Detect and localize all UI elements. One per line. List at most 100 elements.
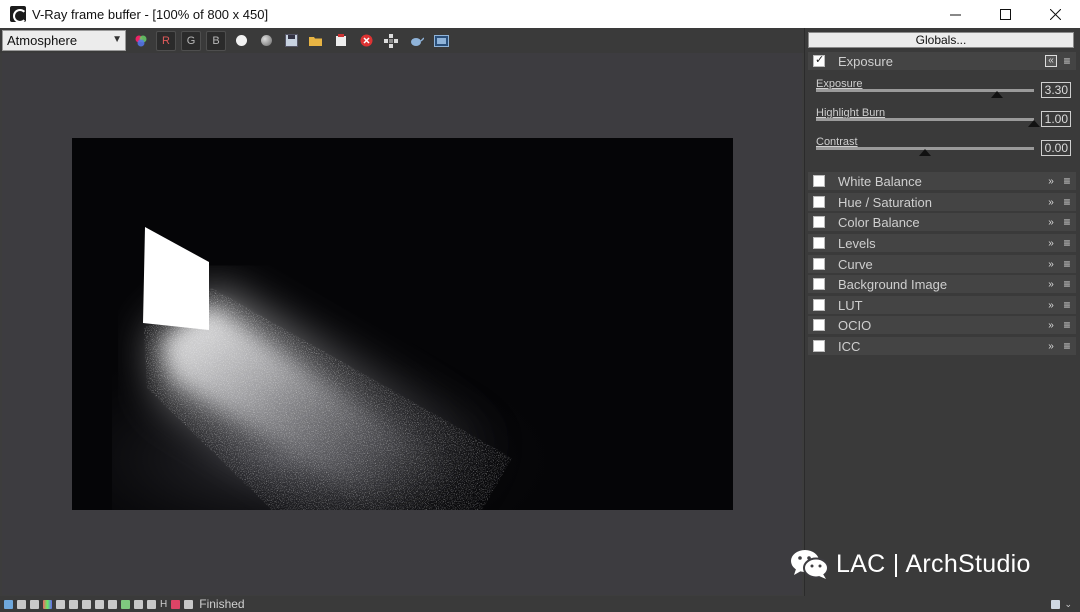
section-hue-saturation[interactable]: Hue / Saturation » ≡: [808, 193, 1076, 211]
status-bar: H Finished ⌄: [0, 596, 1080, 612]
log-icon[interactable]: [17, 599, 26, 609]
expand-icon[interactable]: »: [1045, 341, 1057, 352]
follow-mouse-icon[interactable]: [134, 599, 143, 609]
watermark: LAC | ArchStudio: [790, 548, 1031, 580]
grey-sphere-icon[interactable]: [256, 31, 276, 51]
teapot-render-icon[interactable]: [406, 31, 426, 51]
contrast-slider[interactable]: Contrast 0.00: [816, 136, 1071, 164]
color-balance-checkbox[interactable]: [813, 216, 825, 228]
horizontal-flip-button[interactable]: H: [160, 599, 167, 610]
section-curve[interactable]: Curve » ≡: [808, 255, 1076, 273]
vfb-window: V-Ray frame buffer - [100% of 800 x 450]…: [0, 0, 1080, 612]
red-channel-button[interactable]: R: [156, 30, 176, 51]
section-background-image[interactable]: Background Image » ≡: [808, 275, 1076, 293]
color-corrections-panel: Globals... Exposure « ≡ Exposure 3.30 Hi…: [804, 28, 1080, 598]
render-history-icon[interactable]: [431, 31, 451, 51]
menu-icon[interactable]: ≡: [1060, 236, 1074, 250]
expand-icon[interactable]: »: [1045, 259, 1057, 270]
menu-icon[interactable]: ≡: [1060, 257, 1074, 271]
expand-icon[interactable]: »: [1045, 238, 1057, 249]
histogram-icon[interactable]: [69, 599, 78, 609]
expand-icon[interactable]: »: [1045, 300, 1057, 311]
menu-icon[interactable]: ≡: [1060, 215, 1074, 229]
expand-down-icon[interactable]: ⌄: [1064, 599, 1072, 610]
exposure-slider[interactable]: Exposure 3.30: [816, 78, 1071, 106]
exposure-section-header[interactable]: Exposure « ≡: [808, 52, 1076, 70]
highlight-burn-value-field[interactable]: 1.00: [1041, 111, 1071, 127]
exposure-section-label: Exposure: [838, 53, 893, 69]
image-icon[interactable]: [121, 599, 130, 609]
info-icon[interactable]: [30, 599, 39, 609]
render-viewport[interactable]: [2, 53, 802, 595]
region-render-icon[interactable]: [381, 31, 401, 51]
minimize-icon[interactable]: [930, 0, 980, 28]
vertical-flip-icon[interactable]: [171, 599, 181, 609]
expand-icon[interactable]: »: [1045, 217, 1057, 228]
highlight-burn-slider-thumb[interactable]: [1028, 120, 1040, 127]
menu-icon[interactable]: ≡: [1060, 54, 1074, 68]
blue-channel-button[interactable]: B: [206, 30, 226, 51]
channel-dropdown-value: Atmosphere: [7, 33, 78, 48]
close-icon[interactable]: [1030, 0, 1080, 28]
section-label: Curve: [838, 256, 873, 272]
white-balance-checkbox[interactable]: [813, 175, 825, 187]
channel-dropdown[interactable]: Atmosphere ▼: [2, 30, 126, 51]
maximize-icon[interactable]: [980, 0, 1030, 28]
collapse-icon[interactable]: «: [1045, 55, 1057, 67]
section-label: OCIO: [838, 317, 872, 333]
clear-image-icon[interactable]: [331, 31, 351, 51]
section-label: Background Image: [838, 276, 948, 292]
background-image-checkbox[interactable]: [813, 278, 825, 290]
restore-panel-icon[interactable]: [1051, 599, 1061, 609]
history-icon[interactable]: [4, 599, 13, 609]
section-white-balance[interactable]: White Balance » ≡: [808, 172, 1076, 190]
highlight-burn-slider-track[interactable]: [816, 118, 1034, 121]
menu-icon[interactable]: ≡: [1060, 195, 1074, 209]
hue-saturation-checkbox[interactable]: [813, 196, 825, 208]
curve-checkbox[interactable]: [813, 258, 825, 270]
ocio-checkbox[interactable]: [813, 319, 825, 331]
levels-icon[interactable]: [82, 599, 91, 609]
lut-checkbox[interactable]: [813, 299, 825, 311]
section-icc[interactable]: ICC » ≡: [808, 337, 1076, 355]
exposure-slider-thumb[interactable]: [990, 91, 1003, 98]
section-levels[interactable]: Levels » ≡: [808, 234, 1076, 252]
compare-icon[interactable]: [147, 599, 156, 609]
window-title: V-Ray frame buffer - [100% of 800 x 450]: [32, 6, 269, 22]
exposure-checkbox[interactable]: [813, 53, 825, 67]
expand-icon[interactable]: »: [1045, 176, 1057, 187]
stop-render-icon[interactable]: [356, 31, 376, 51]
expand-icon[interactable]: »: [1045, 320, 1057, 331]
menu-icon[interactable]: ≡: [1060, 174, 1074, 188]
color-channels-icon[interactable]: [131, 31, 151, 51]
globals-button[interactable]: Globals...: [808, 32, 1074, 48]
section-lut[interactable]: LUT » ≡: [808, 296, 1076, 314]
menu-icon[interactable]: ≡: [1060, 339, 1074, 353]
unknown-icon[interactable]: [184, 599, 194, 609]
save-icon[interactable]: [281, 31, 301, 51]
exposure-value-field[interactable]: 3.30: [1041, 82, 1071, 98]
rendered-image[interactable]: [72, 138, 733, 510]
color-correction-icon[interactable]: [43, 599, 52, 609]
white-circle-icon[interactable]: [231, 31, 251, 51]
menu-icon[interactable]: ≡: [1060, 298, 1074, 312]
menu-icon[interactable]: ≡: [1060, 277, 1074, 291]
pixel-info-icon[interactable]: [56, 599, 65, 609]
section-color-balance[interactable]: Color Balance » ≡: [808, 213, 1076, 231]
contrast-value-field[interactable]: 0.00: [1041, 140, 1071, 156]
lens-icon[interactable]: [95, 599, 104, 609]
levels-checkbox[interactable]: [813, 237, 825, 249]
section-label: White Balance: [838, 173, 922, 189]
open-folder-icon[interactable]: [306, 31, 326, 51]
highlight-burn-slider[interactable]: Highlight Burn 1.00: [816, 107, 1071, 135]
expand-icon[interactable]: »: [1045, 197, 1057, 208]
settings-icon[interactable]: [108, 599, 117, 609]
green-channel-button[interactable]: G: [181, 30, 201, 51]
icc-checkbox[interactable]: [813, 340, 825, 352]
window-controls: [930, 0, 1080, 28]
contrast-slider-thumb[interactable]: [919, 149, 931, 156]
expand-icon[interactable]: »: [1045, 279, 1057, 290]
section-ocio[interactable]: OCIO » ≡: [808, 316, 1076, 334]
menu-icon[interactable]: ≡: [1060, 318, 1074, 332]
chevron-down-icon: ▼: [112, 34, 122, 45]
